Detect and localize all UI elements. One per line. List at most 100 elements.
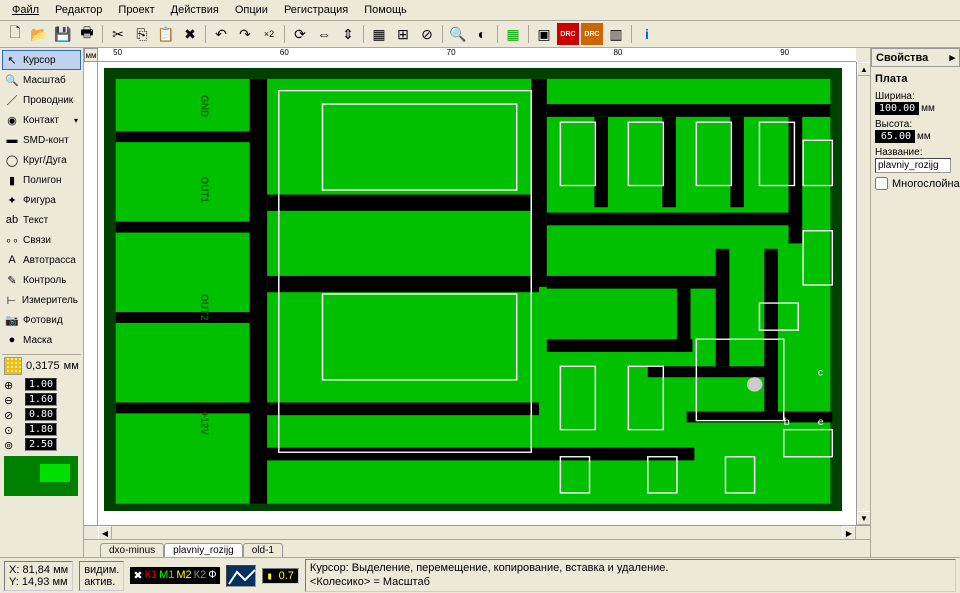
tool-текст[interactable]: abТекст <box>2 210 81 230</box>
tool-связи[interactable]: ∘∘Связи <box>2 230 81 250</box>
tool-контроль[interactable]: ✎Контроль <box>2 270 81 290</box>
param-0[interactable]: ⊕1.00 <box>2 377 81 392</box>
svg-text:b: b <box>784 417 790 428</box>
tool-полигон[interactable]: ▮Полигон <box>2 170 81 190</box>
status-swatch[interactable] <box>226 565 256 587</box>
print-icon[interactable]: 🖶 <box>76 23 98 45</box>
tool-курсор[interactable]: ↖Курсор <box>2 50 81 70</box>
menu-registration[interactable]: Регистрация <box>276 2 356 18</box>
chip-icon[interactable]: ▣ <box>533 23 555 45</box>
status-mini-value: ▮ 0.7 <box>263 569 298 583</box>
remove-conn-icon[interactable]: ⊘ <box>416 23 438 45</box>
param-1[interactable]: ⊖1.60 <box>2 392 81 407</box>
tool-label: Измеритель <box>22 295 78 306</box>
param-3[interactable]: ⊙1.80 <box>2 422 81 437</box>
tool-icon: A <box>5 253 19 267</box>
layer-indicator[interactable]: ✖ К1 М1 М2 К2 Ф <box>130 567 219 584</box>
rotate-icon[interactable]: ⟳ <box>289 23 311 45</box>
scrollbar-horizontal[interactable]: ◀ ▶ <box>84 525 870 539</box>
tab-old1[interactable]: old-1 <box>243 543 283 557</box>
tab-dxo-minus[interactable]: dxo-minus <box>100 543 164 557</box>
drc2-icon[interactable]: DRC <box>581 23 603 45</box>
tool-автотрасса[interactable]: A Автотрасса <box>2 250 81 270</box>
height-label: Высота: <box>875 119 956 130</box>
layer-color-preview[interactable] <box>4 456 78 496</box>
align-group-icon[interactable]: ▦ <box>368 23 390 45</box>
tool-label: Фотовид <box>23 315 63 326</box>
param-icon: ⊖ <box>4 394 22 406</box>
menu-options[interactable]: Опции <box>227 2 276 18</box>
save-icon[interactable]: 💾 <box>52 23 74 45</box>
tool-круг/дуга[interactable]: ◯Круг/Дуга <box>2 150 81 170</box>
param-4[interactable]: ⊚2.50 <box>2 437 81 452</box>
expand-icon[interactable]: ▸ <box>949 51 955 64</box>
tab-plavniy[interactable]: plavniy_rozijg <box>164 543 243 557</box>
mirror-v-icon[interactable]: ⇕ <box>337 23 359 45</box>
ruler-unit: мм <box>84 48 98 62</box>
cursor-coords: X: 81,84 мм Y: 14,93 мм <box>4 561 73 591</box>
grid-info[interactable]: 0,3175 мм <box>2 354 81 377</box>
tool-palette: ↖Курсор🔍Масштаб／Проводник◉Контакт▾▬SMD-к… <box>0 48 84 557</box>
param-icon: ⊚ <box>4 439 22 451</box>
tool-icon: ✎ <box>5 273 19 287</box>
param-value: 1.80 <box>25 423 57 436</box>
tool-фигура[interactable]: ✦Фигура <box>2 190 81 210</box>
drc-icon[interactable]: DRC <box>557 23 579 45</box>
delete-icon[interactable]: ✖ <box>179 23 201 45</box>
tool-измеритель[interactable]: ⊢Измеритель <box>2 290 81 310</box>
new-icon[interactable]: 🗋 <box>4 23 26 45</box>
tool-проводник[interactable]: ／Проводник <box>2 90 81 110</box>
tool-label: Маска <box>23 335 52 346</box>
tool-label: Текст <box>23 215 48 226</box>
tool-label: Автотрасса <box>23 255 76 266</box>
undo-icon[interactable]: ↶ <box>210 23 232 45</box>
menu-project[interactable]: Проект <box>110 2 162 18</box>
ruler-horizontal: 50 60 70 80 90 <box>98 48 856 62</box>
tool-контакт[interactable]: ◉Контакт▾ <box>2 110 81 130</box>
multilayer-label: Многослойная <box>892 178 960 190</box>
height-value[interactable]: 65.00 <box>875 130 915 143</box>
ruler-vertical <box>84 62 98 525</box>
tool-icon: ● <box>5 333 19 347</box>
zoom-icon[interactable]: 🔍 <box>447 23 469 45</box>
width-value[interactable]: 100.00 <box>875 102 919 115</box>
name-input[interactable] <box>875 158 951 173</box>
grid-value: 0,3175 <box>26 360 60 372</box>
tool-label: Фигура <box>23 195 56 206</box>
tool-icon: 📷 <box>5 313 19 327</box>
tool-масштаб[interactable]: 🔍Масштаб <box>2 70 81 90</box>
open-icon[interactable]: 📂 <box>28 23 50 45</box>
bars-icon[interactable]: ▥ <box>605 23 627 45</box>
tool-фотовид[interactable]: 📷 Фотовид <box>2 310 81 330</box>
pcb-canvas[interactable]: GND OUT1 OUT2 +12V c b e <box>98 62 856 525</box>
tool-smd-конт[interactable]: ▬SMD-конт <box>2 130 81 150</box>
paste-icon[interactable]: 📋 <box>155 23 177 45</box>
tool-icon: ▮ <box>5 173 19 187</box>
tool-маска[interactable]: ● Маска <box>2 330 81 350</box>
info-icon[interactable]: i <box>636 23 658 45</box>
redo-icon[interactable]: ↷ <box>234 23 256 45</box>
snap-icon[interactable]: ⊞ <box>392 23 414 45</box>
layer-vis-label: видим.актив. <box>79 561 124 591</box>
scrollbar-vertical[interactable]: ▲ ▼ <box>856 62 870 525</box>
svg-text:OUT1: OUT1 <box>198 176 209 203</box>
menu-actions[interactable]: Действия <box>163 2 227 18</box>
duplicate-icon[interactable]: ×2 <box>258 23 280 45</box>
tile-icon[interactable]: ▦ <box>502 23 524 45</box>
menu-editor[interactable]: Редактор <box>47 2 110 18</box>
cut-icon[interactable]: ✂ <box>107 23 129 45</box>
name-label: Название: <box>875 147 956 158</box>
tool-icon: ↖ <box>5 53 19 67</box>
status-hint: Курсор: Выделение, перемещение, копирова… <box>305 559 956 591</box>
copy-icon[interactable]: ⎘ <box>131 23 153 45</box>
svg-text:OUT2: OUT2 <box>198 294 209 321</box>
mirror-h-icon[interactable]: ⇔ <box>313 23 335 45</box>
contrast-icon[interactable]: ◐ <box>471 23 493 45</box>
properties-title: Свойства ▸ <box>871 48 960 67</box>
tool-icon: ◯ <box>5 153 19 167</box>
grid-unit: мм <box>64 360 79 372</box>
menu-help[interactable]: Помощь <box>356 2 415 18</box>
param-2[interactable]: ⊘0.80 <box>2 407 81 422</box>
multilayer-checkbox[interactable] <box>875 177 888 190</box>
menu-file[interactable]: Файл <box>4 2 47 18</box>
